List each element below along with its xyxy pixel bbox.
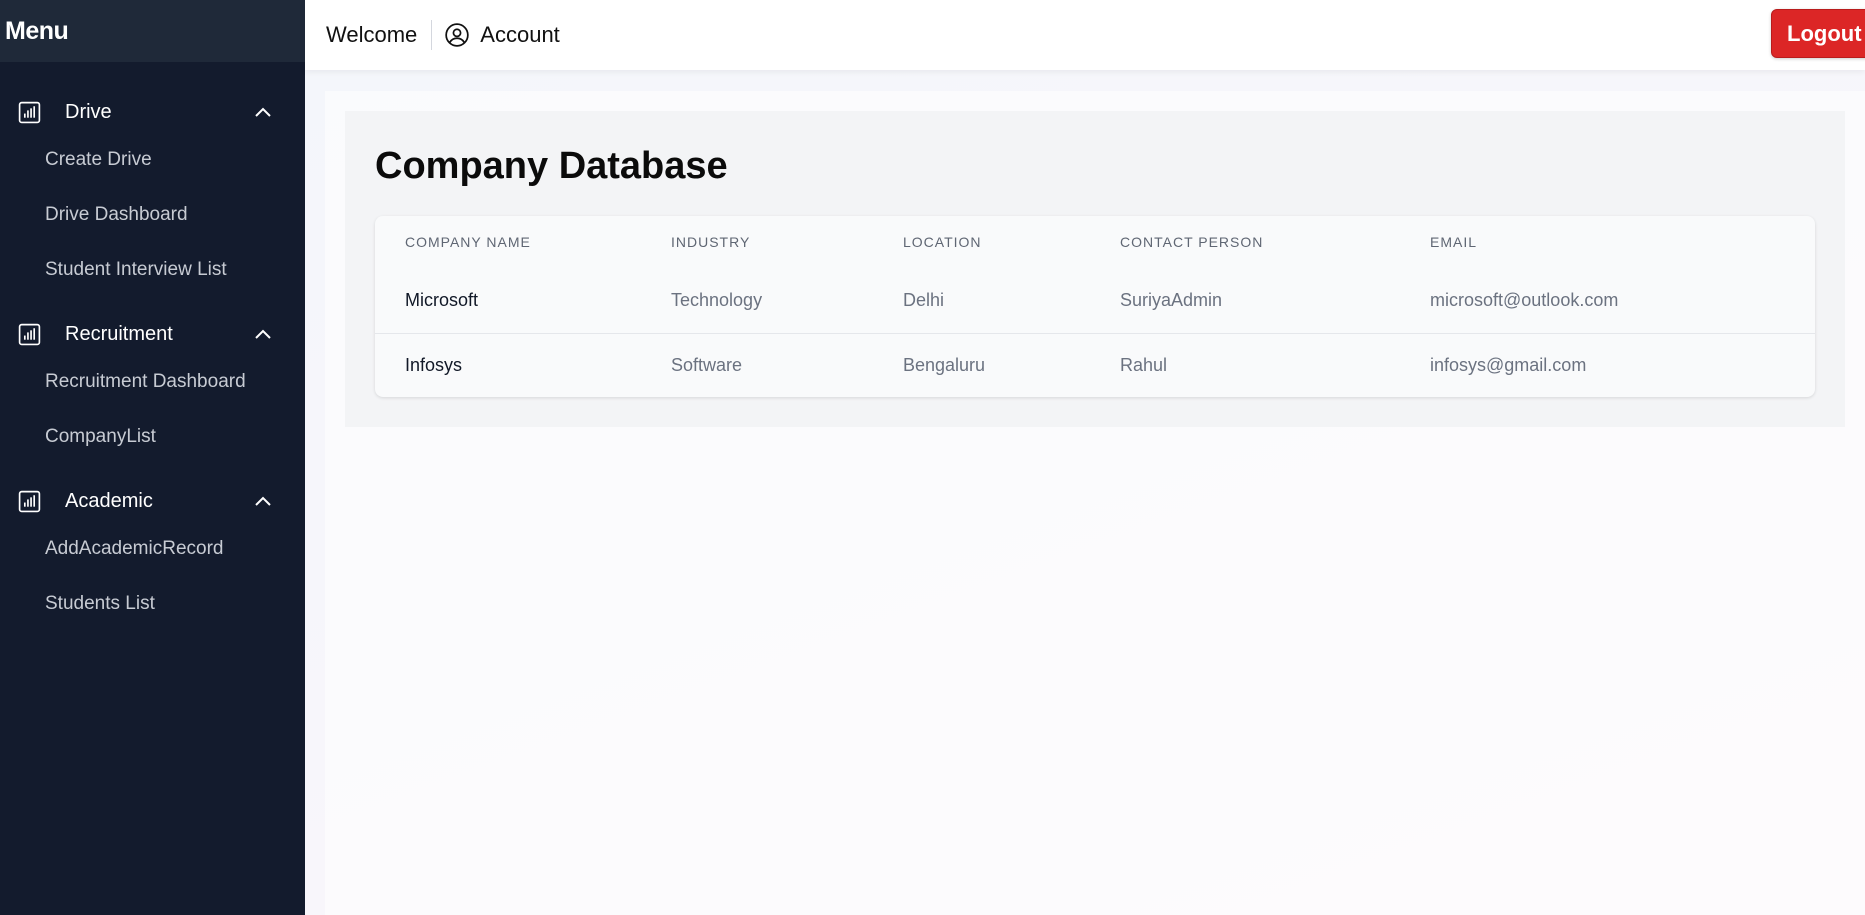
cell-company-name: Microsoft — [405, 289, 479, 310]
menu-group-label: Academic — [65, 489, 153, 512]
bar-chart-icon — [17, 489, 42, 514]
menu-group-label: Recruitment — [65, 322, 173, 345]
cell-location: Bengaluru — [903, 332, 1120, 397]
content-area: Company Database COMPANY NAME INDUSTRY L… — [325, 91, 1865, 915]
menu-item-add-academic-record[interactable]: AddAcademicRecord — [0, 521, 305, 576]
menu-group-academic: Academic AddAcademicRecord Students List — [0, 481, 305, 631]
column-header-email: EMAIL — [1430, 234, 1478, 250]
menu-group-label: Drive — [65, 100, 112, 123]
company-table: COMPANY NAME INDUSTRY LOCATION CONTACT P… — [375, 216, 1815, 397]
chevron-up-icon — [253, 491, 273, 511]
menu-item-student-interview-list[interactable]: Student Interview List — [0, 242, 305, 297]
menu-item-create-drive[interactable]: Create Drive — [0, 132, 305, 187]
column-header-company-name: COMPANY NAME — [405, 234, 531, 250]
column-header-contact-person: CONTACT PERSON — [1120, 234, 1264, 250]
cell-location: Delhi — [903, 289, 945, 310]
main-area: Welcome Account Logout Company Database … — [305, 0, 1865, 915]
user-circle-icon — [444, 22, 470, 48]
menu-group-header-drive[interactable]: Drive — [0, 92, 305, 132]
table-row: Microsoft Technology Delhi SuriyaAdmin m… — [375, 268, 1815, 333]
chevron-up-icon — [253, 324, 273, 344]
cell-contact-person: Rahul — [1120, 332, 1430, 397]
cell-industry: Software — [671, 332, 903, 397]
menu-item-drive-dashboard[interactable]: Drive Dashboard — [0, 187, 305, 242]
cell-contact-person: SuriyaAdmin — [1120, 289, 1223, 310]
table-row: Infosys Software Bengaluru Rahul infosys… — [375, 332, 1815, 397]
account-label: Account — [480, 22, 560, 47]
welcome-text: Welcome — [326, 20, 433, 50]
account-link[interactable]: Account — [444, 22, 560, 48]
menu-item-students-list[interactable]: Students List — [0, 576, 305, 631]
sidebar-title: Menu — [5, 16, 69, 45]
menu-item-recruitment-dashboard[interactable]: Recruitment Dashboard — [0, 354, 305, 409]
menu-group-drive: Drive Create Drive Drive Dashboard Stude… — [0, 92, 305, 297]
bar-chart-icon — [17, 100, 42, 125]
menu-group-header-academic[interactable]: Academic — [0, 481, 305, 521]
menu-group-header-recruitment[interactable]: Recruitment — [0, 314, 305, 354]
cell-company-name: Infosys — [375, 332, 671, 397]
sidebar-header: Menu — [0, 0, 305, 62]
table-header-row: COMPANY NAME INDUSTRY LOCATION CONTACT P… — [375, 216, 1815, 268]
chevron-up-icon — [253, 102, 273, 122]
cell-email: infosys@gmail.com — [1430, 332, 1815, 397]
topbar: Welcome Account Logout — [305, 0, 1865, 70]
company-database-panel: Company Database COMPANY NAME INDUSTRY L… — [345, 111, 1845, 427]
menu-group-recruitment: Recruitment Recruitment Dashboard Compan… — [0, 314, 305, 464]
company-table-card: COMPANY NAME INDUSTRY LOCATION CONTACT P… — [375, 216, 1815, 397]
logout-button[interactable]: Logout — [1771, 9, 1865, 58]
column-header-industry: INDUSTRY — [671, 234, 751, 250]
app-root: Menu Drive Create Drive Drive Dashboard … — [0, 0, 1865, 915]
cell-industry: Technology — [671, 289, 763, 310]
cell-email: microsoft@outlook.com — [1430, 289, 1619, 310]
sidebar: Menu Drive Create Drive Drive Dashboard … — [0, 0, 305, 915]
bar-chart-icon — [17, 322, 42, 347]
page-title: Company Database — [375, 145, 728, 187]
menu-item-company-list[interactable]: CompanyList — [0, 409, 305, 464]
column-header-location: LOCATION — [903, 234, 982, 250]
